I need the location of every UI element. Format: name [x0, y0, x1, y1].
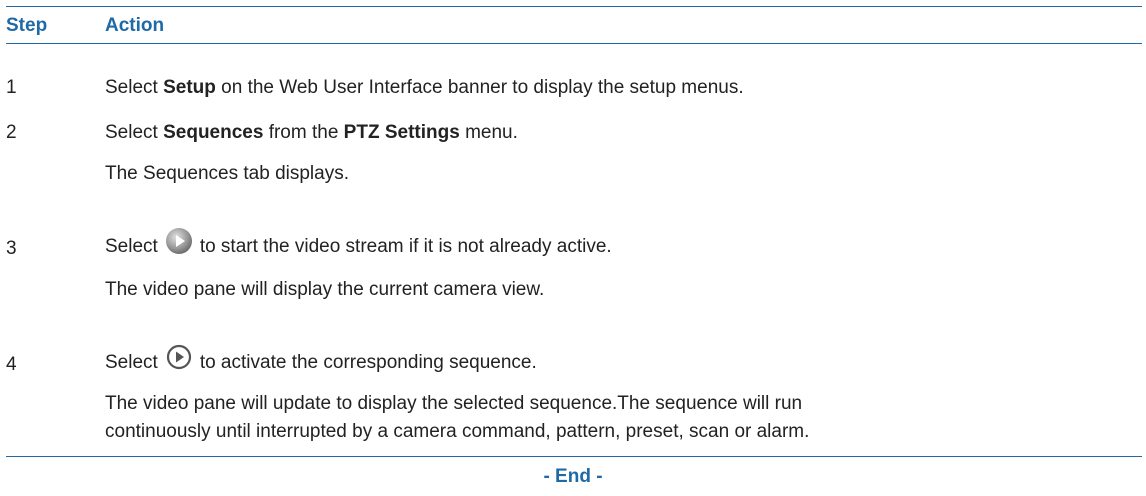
step-result-text: The video pane will update to display th…: [105, 393, 803, 414]
ui-term-sequences: Sequences: [163, 122, 264, 143]
step-action-text: Select Setup on the Web User Interface b…: [105, 77, 744, 98]
step-number: 1: [6, 77, 17, 98]
step-number: 4: [6, 354, 17, 375]
step-action-text: Select Sequences from the PTZ Settings m…: [105, 122, 518, 143]
footer-rule: [6, 456, 1142, 457]
play-stream-icon: [164, 226, 194, 262]
step-result-text: continuously until interrupted by a came…: [105, 421, 810, 442]
step-result-text: The video pane will display the current …: [105, 279, 545, 300]
ui-term-setup: Setup: [163, 77, 216, 98]
action-column-header: Action: [105, 15, 165, 36]
step-number: 3: [6, 238, 17, 259]
step-column-header: Step: [6, 15, 48, 36]
end-marker: - End -: [543, 466, 603, 487]
activate-sequence-icon: [164, 342, 194, 378]
header-bottom-rule: [6, 43, 1142, 44]
step-number: 2: [6, 122, 17, 143]
step-result-text: The Sequences tab displays.: [105, 163, 349, 184]
step-action-text: Select to activate the corresponding seq…: [105, 342, 537, 381]
header-top-rule: [6, 6, 1142, 7]
ui-term-ptz-settings: PTZ Settings: [343, 122, 460, 143]
step-action-text: Select to start the video stream if it i…: [105, 226, 612, 265]
